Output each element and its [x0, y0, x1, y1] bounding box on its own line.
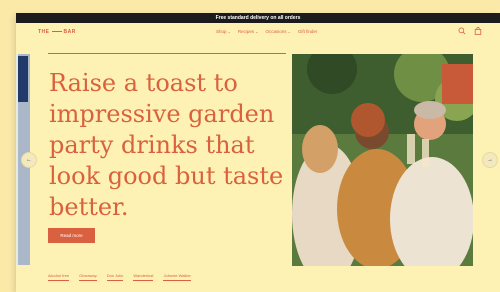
tag-link[interactable]: Alcohol free [48, 273, 70, 281]
tag-link[interactable]: Don Julio [106, 273, 124, 281]
logo-divider [51, 31, 62, 33]
page-frame: Free standard delivery on all orders THE… [16, 13, 500, 292]
tag-link[interactable]: Wanderlust [133, 273, 154, 281]
garden-party-photo [292, 54, 473, 266]
read-more-button[interactable]: Read more [48, 228, 95, 243]
logo-text-left: THE [38, 29, 50, 35]
chevron-down-icon: ⌄ [227, 29, 231, 34]
carousel-prev-button[interactable]: ← [21, 152, 37, 168]
nav-item-shop[interactable]: Shop ⌄ [216, 29, 231, 34]
tag-list: Alcohol free Giveaway Don Julio Wanderlu… [48, 273, 191, 281]
chevron-down-icon: ⌄ [287, 29, 291, 34]
bottle-image [18, 56, 28, 102]
main-nav: Shop ⌄ Recipes ⌄ Occasions ⌄ Gift finder [216, 29, 317, 34]
nav-item-occasions[interactable]: Occasions ⌄ [266, 29, 291, 34]
headline-divider [48, 53, 286, 54]
announcement-text: Free standard delivery on all orders [215, 15, 301, 21]
nav-label: Gift finder [297, 29, 318, 34]
carousel-next-button[interactable]: → [482, 152, 498, 168]
shopping-bag-icon[interactable] [474, 27, 482, 35]
announcement-bar: Free standard delivery on all orders [16, 13, 500, 23]
header-actions [458, 27, 482, 35]
nav-label: Recipes [237, 29, 255, 34]
search-icon[interactable] [458, 27, 466, 35]
logo-text-right: BAR [63, 29, 76, 35]
nav-label: Shop [216, 29, 227, 34]
nav-item-gift-finder[interactable]: Gift finder [298, 29, 318, 34]
nav-item-recipes[interactable]: Recipes ⌄ [238, 29, 259, 34]
tag-link[interactable]: Giveaway [79, 273, 97, 281]
nav-label: Occasions [265, 29, 287, 34]
chevron-down-icon: ⌄ [255, 29, 259, 34]
hero-headline: Raise a toast to impressive garden party… [49, 69, 284, 221]
arrow-right-icon: → [487, 157, 493, 163]
hero-photo [292, 54, 473, 266]
tag-link[interactable]: Johnnie Walker [163, 273, 191, 281]
site-logo[interactable]: THE BAR [38, 29, 76, 35]
arrow-left-icon: ← [26, 157, 32, 163]
